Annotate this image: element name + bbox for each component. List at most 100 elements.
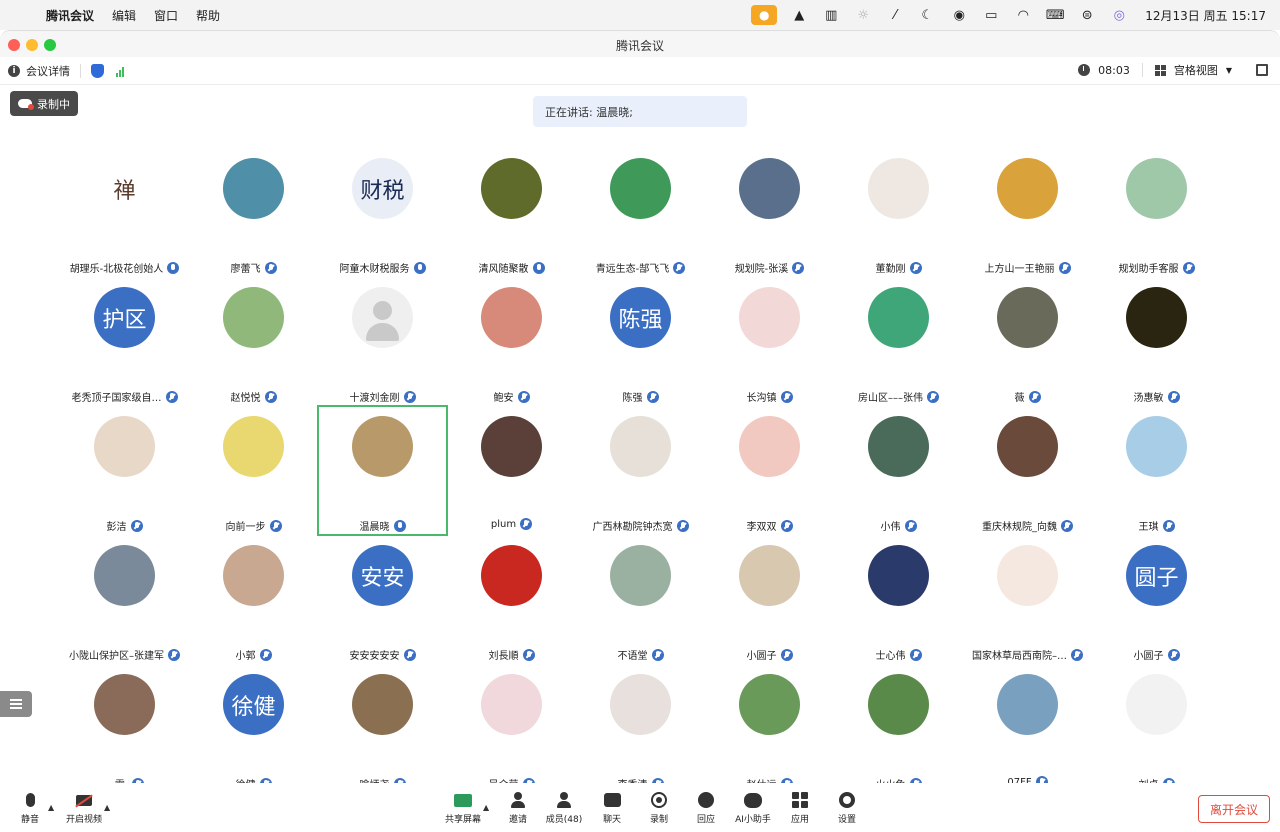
wifi-icon[interactable]: ◠ bbox=[1013, 6, 1033, 24]
input-method-icon[interactable]: ⌨ bbox=[1045, 6, 1065, 24]
invite-button[interactable]: 邀请 bbox=[493, 791, 543, 825]
participant-tile[interactable]: 汤惠敏 bbox=[1092, 277, 1221, 406]
app-menu[interactable]: 腾讯会议 bbox=[46, 7, 94, 24]
menu-edit[interactable]: 编辑 bbox=[112, 7, 136, 24]
participant-tile[interactable]: 李双双 bbox=[705, 406, 834, 535]
siri-icon[interactable]: ◎ bbox=[1109, 6, 1129, 24]
participant-tile[interactable]: 鲍安 bbox=[447, 277, 576, 406]
share-options-chevron-icon[interactable]: ▲ bbox=[483, 803, 489, 812]
participant-tile[interactable]: 小圆子 bbox=[705, 535, 834, 664]
menu-help[interactable]: 帮助 bbox=[196, 7, 220, 24]
macos-menubar: 腾讯会议 编辑 窗口 帮助 ● ▲ ▥ ☼ ⁄ ☾ ◉ ▭ ◠ ⌨ ⊜ ◎ 12… bbox=[0, 0, 1280, 30]
participant-tile[interactable]: 彭洁 bbox=[60, 406, 189, 535]
participant-tile[interactable]: 薇 bbox=[963, 277, 1092, 406]
participant-tile[interactable]: 喻炳尧 bbox=[318, 664, 447, 793]
mic-status-icon[interactable]: ● bbox=[751, 5, 778, 25]
mic-muted-icon bbox=[259, 648, 272, 661]
mountain-icon[interactable]: ▲ bbox=[789, 6, 809, 24]
participant-tile[interactable]: 护区 老秃顶子国家级自… bbox=[60, 277, 189, 406]
avatar bbox=[610, 545, 671, 606]
share-screen-icon bbox=[454, 793, 472, 807]
chat-button[interactable]: 聊天 bbox=[587, 791, 637, 825]
moon-icon[interactable]: ☾ bbox=[917, 6, 937, 24]
participant-tile[interactable]: 赵悦悦 bbox=[189, 277, 318, 406]
participant-tile[interactable]: 吴介菌 bbox=[447, 664, 576, 793]
meeting-details-button[interactable]: 会议详情 bbox=[26, 63, 70, 79]
participant-tile[interactable]: 小伟 bbox=[834, 406, 963, 535]
security-shield-icon[interactable] bbox=[91, 64, 104, 78]
participant-tile[interactable]: plum bbox=[447, 406, 576, 535]
mic-muted-icon bbox=[909, 261, 922, 274]
leave-meeting-button[interactable]: 离开会议 bbox=[1198, 795, 1270, 823]
participant-tile[interactable]: 士心伟 bbox=[834, 535, 963, 664]
participant-tile[interactable]: 赵仕远 bbox=[705, 664, 834, 793]
avatar bbox=[352, 674, 413, 735]
pen-off-icon[interactable]: ⁄ bbox=[885, 6, 905, 24]
chevron-down-icon[interactable]: ▼ bbox=[1226, 66, 1232, 75]
participant-tile[interactable]: 刘長順 bbox=[447, 535, 576, 664]
avatar bbox=[739, 416, 800, 477]
participant-tile[interactable]: 刘卓 bbox=[1092, 664, 1221, 793]
user-icon[interactable]: ◉ bbox=[949, 6, 969, 24]
participant-tile[interactable]: 广西林勘院钟杰宽 bbox=[576, 406, 705, 535]
participant-tile[interactable]: 国家林草局西南院–… bbox=[963, 535, 1092, 664]
video-options-chevron-icon[interactable]: ▲ bbox=[104, 803, 110, 812]
list-icon bbox=[10, 699, 22, 709]
side-panel-toggle[interactable] bbox=[0, 691, 32, 717]
recording-badge[interactable]: 录制中 bbox=[10, 91, 78, 116]
fullscreen-icon[interactable] bbox=[1256, 64, 1268, 76]
participant-tile[interactable]: 房山区–––张伟 bbox=[834, 277, 963, 406]
participant-tile[interactable]: 廖蕾飞 bbox=[189, 148, 318, 277]
participant-tile[interactable]: 火火兔 bbox=[834, 664, 963, 793]
brightness-icon[interactable]: ☼ bbox=[853, 6, 873, 24]
layout-icon[interactable]: ▥ bbox=[821, 6, 841, 24]
participant-tile[interactable]: 董勤刚 bbox=[834, 148, 963, 277]
audio-options-chevron-icon[interactable]: ▲ bbox=[48, 803, 54, 812]
participant-tile[interactable]: 重庆林规院_向魏 bbox=[963, 406, 1092, 535]
participant-tile[interactable]: 王琪 bbox=[1092, 406, 1221, 535]
participant-tile[interactable]: 财税 阿童木财税服务 bbox=[318, 148, 447, 277]
participant-tile[interactable]: 清风随聚散 bbox=[447, 148, 576, 277]
avatar bbox=[1126, 287, 1187, 348]
participant-tile[interactable]: 上方山一王艳丽 bbox=[963, 148, 1092, 277]
participant-tile[interactable]: 李秀清 bbox=[576, 664, 705, 793]
avatar bbox=[868, 545, 929, 606]
battery-icon[interactable]: ▭ bbox=[981, 6, 1001, 24]
start-video-button[interactable]: 开启视频 bbox=[59, 791, 109, 825]
record-button[interactable]: 录制 bbox=[634, 791, 684, 825]
participant-name: 不语堂 bbox=[617, 651, 648, 662]
mic-muted-icon bbox=[780, 519, 793, 532]
participant-name-row: 鲍安 bbox=[447, 389, 576, 404]
participant-tile[interactable]: 徐健徐健 bbox=[189, 664, 318, 793]
view-mode-dropdown[interactable]: 宫格视图 bbox=[1174, 62, 1218, 78]
participant-tile[interactable]: 一零. bbox=[60, 664, 189, 793]
control-center-icon[interactable]: ⊜ bbox=[1077, 6, 1097, 24]
apps-button[interactable]: 应用 bbox=[775, 791, 825, 825]
participant-name: 赵悦悦 bbox=[230, 393, 261, 404]
ai-assistant-button[interactable]: AI小助手 bbox=[728, 791, 778, 825]
network-signal-icon[interactable] bbox=[116, 65, 124, 77]
participant-tile[interactable]: 禅胡理乐-北极花创始人 bbox=[60, 148, 189, 277]
members-button[interactable]: 成员(48) bbox=[539, 791, 589, 825]
share-screen-button[interactable]: 共享屏幕 bbox=[438, 791, 488, 825]
participant-tile[interactable]: 小陇山保护区–张建军 bbox=[60, 535, 189, 664]
mic-muted-icon bbox=[1167, 390, 1180, 403]
menu-window[interactable]: 窗口 bbox=[154, 7, 178, 24]
participant-tile[interactable]: 温晨晓 bbox=[317, 405, 448, 536]
info-icon[interactable]: i bbox=[8, 65, 20, 77]
participant-tile[interactable]: 圆子 小圆子 bbox=[1092, 535, 1221, 664]
participant-tile[interactable]: 安安 安安安安安 bbox=[318, 535, 447, 664]
menubar-clock[interactable]: 12月13日 周五 15:17 bbox=[1145, 7, 1266, 24]
participant-tile[interactable]: 十渡刘金刚 bbox=[318, 277, 447, 406]
participant-tile[interactable]: 陈强 陈强 bbox=[576, 277, 705, 406]
participant-tile[interactable]: 规划助手客服 bbox=[1092, 148, 1221, 277]
settings-button[interactable]: 设置 bbox=[822, 791, 872, 825]
participant-tile[interactable]: 向前一步 bbox=[189, 406, 318, 535]
participant-tile[interactable]: 小郭 bbox=[189, 535, 318, 664]
participant-tile[interactable]: 长沟镇 bbox=[705, 277, 834, 406]
participant-tile[interactable]: 青远生态-郜飞飞 bbox=[576, 148, 705, 277]
react-button[interactable]: 回应 bbox=[681, 791, 731, 825]
participant-tile[interactable]: 不语堂 bbox=[576, 535, 705, 664]
participant-tile[interactable]: 规划院-张溪 bbox=[705, 148, 834, 277]
participant-tile[interactable]: 07FF bbox=[963, 664, 1092, 793]
